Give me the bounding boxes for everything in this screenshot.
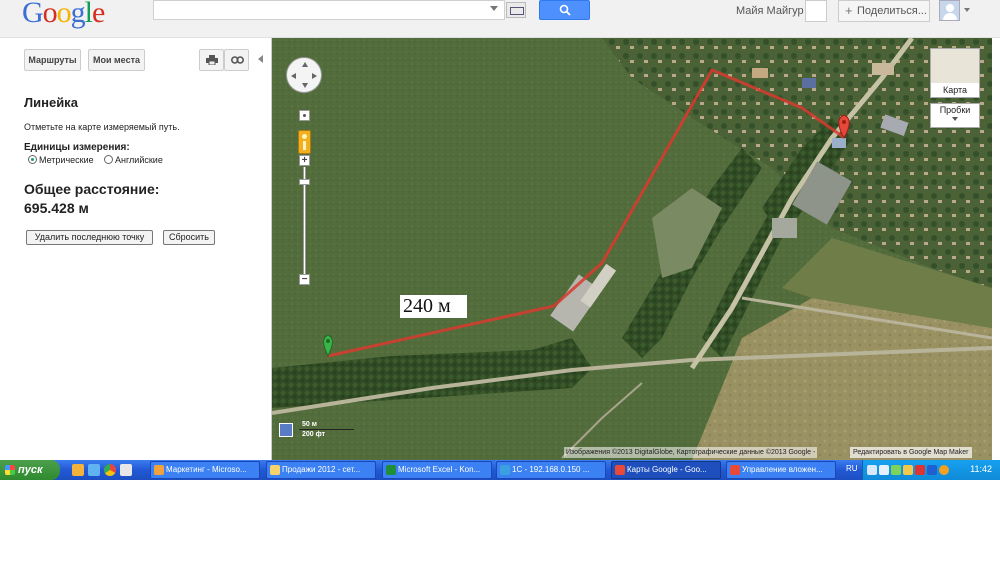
tray-check-icon[interactable] (891, 465, 901, 475)
english-radio[interactable] (104, 155, 113, 164)
zoom-slider-thumb[interactable] (299, 179, 310, 185)
tray-update-icon[interactable] (939, 465, 949, 475)
taskbar-task-button[interactable]: Продажи 2012 - сет... (266, 461, 376, 479)
tray-network-icon[interactable] (867, 465, 877, 475)
ruler-hint: Отметьте на карте измеряемый путь. (24, 122, 180, 132)
scale-bar: 50 м 200 фт (279, 421, 359, 439)
quicklaunch-outlook-icon[interactable] (72, 464, 84, 476)
tray-email-icon[interactable] (879, 465, 889, 475)
map-maker-link[interactable]: Редактировать в Google Map Maker (850, 447, 972, 458)
reset-button[interactable]: Сбросить (163, 230, 215, 245)
taskbar-task-button[interactable]: Управление вложен... (726, 461, 836, 479)
task-app-icon (615, 465, 625, 475)
task-label: Продажи 2012 - сет... (282, 465, 361, 474)
pan-left-icon[interactable] (291, 73, 296, 79)
notifications-button[interactable] (805, 0, 827, 22)
map-type-button[interactable]: Карта (930, 48, 980, 98)
task-label: 1С - 192.168.0.150 ... (512, 465, 590, 474)
distance-annotation: 240 м (400, 295, 467, 318)
logo-letter: e (92, 0, 105, 29)
top-bar: Google Майя Майгур + Поделиться... (0, 0, 1000, 38)
task-app-icon (270, 465, 280, 475)
copyright-text: Изображения ©2013 DigitalGlobe, Картогра… (564, 447, 818, 458)
units-label: Единицы измерения: (24, 142, 130, 153)
tray-app-icon[interactable] (903, 465, 913, 475)
google-mini-logo-icon[interactable] (279, 423, 293, 437)
english-label[interactable]: Английские (115, 155, 163, 165)
task-app-icon (500, 465, 510, 475)
traffic-label: Пробки (939, 105, 971, 115)
taskbar-task-button[interactable]: Microsoft Excel - Kon... (382, 461, 492, 479)
keyboard-icon[interactable] (506, 2, 526, 18)
task-label: Карты Google - Goo... (627, 465, 707, 474)
google-logo[interactable]: Google (22, 0, 105, 30)
zoom-out-button[interactable]: − (299, 274, 310, 285)
collapse-panel-icon[interactable] (258, 55, 263, 63)
logo-letter: g (70, 0, 86, 29)
tray-antivirus-icon[interactable] (915, 465, 925, 475)
chevron-down-icon (952, 117, 958, 121)
tray-bluetooth-icon[interactable] (927, 465, 937, 475)
task-label: Microsoft Excel - Kon... (398, 465, 481, 474)
zoom-reset-button[interactable] (299, 110, 310, 121)
taskbar-task-button[interactable]: Карты Google - Goo... (611, 461, 721, 479)
page-scrollbar[interactable] (992, 38, 1000, 460)
pegman-icon[interactable] (298, 130, 311, 154)
plus-icon: + (845, 3, 853, 18)
total-distance-value: 695.428 м (24, 200, 89, 216)
avatar[interactable] (939, 0, 960, 21)
start-button[interactable]: пуск (0, 460, 60, 480)
task-app-icon (730, 465, 740, 475)
taskbar-task-button[interactable]: 1С - 192.168.0.150 ... (496, 461, 606, 479)
remove-last-point-button[interactable]: Удалить последнюю точку (26, 230, 153, 245)
print-button[interactable] (199, 49, 224, 71)
map-type-label: Карта (931, 83, 979, 97)
print-icon (206, 55, 218, 65)
logo-letter: o (56, 0, 72, 29)
share-button[interactable]: + Поделиться... (838, 0, 930, 22)
clock[interactable]: 11:42 (970, 464, 992, 474)
logo-letter: G (22, 0, 44, 29)
task-label: Управление вложен... (742, 465, 823, 474)
quicklaunch-ie-icon[interactable] (88, 464, 100, 476)
pan-control[interactable] (286, 57, 322, 93)
ruler-title: Линейка (24, 95, 78, 110)
logo-letter: o (42, 0, 58, 29)
link-icon (231, 56, 244, 64)
share-label: Поделиться... (857, 5, 927, 17)
zoom-in-button[interactable]: + (299, 155, 310, 166)
user-name[interactable]: Майя Майгур (736, 5, 804, 17)
system-tray: 11:42 (862, 460, 1000, 480)
routes-button[interactable]: Маршруты (24, 49, 81, 71)
search-icon (559, 4, 571, 16)
left-panel: Маршруты Мои места Линейка Отметьте на к… (0, 38, 272, 460)
scale-feet: 200 фт (302, 431, 326, 438)
search-button[interactable] (539, 0, 590, 20)
windows-taskbar: пуск Маркетинг - Microso... Продажи 2012 … (0, 460, 1000, 480)
logo-letter: l (84, 0, 93, 29)
task-label: Маркетинг - Microso... (166, 465, 247, 474)
search-input[interactable] (153, 0, 505, 20)
task-app-icon (386, 465, 396, 475)
pan-right-icon[interactable] (312, 73, 317, 79)
metric-label[interactable]: Метрические (39, 155, 94, 165)
language-indicator[interactable]: RU (846, 464, 858, 473)
scale-meters: 50 м (302, 421, 317, 428)
quicklaunch-app-icon[interactable] (120, 464, 132, 476)
satellite-imagery[interactable] (272, 38, 992, 460)
total-distance-label: Общее расстояние: (24, 181, 160, 197)
chevron-down-icon[interactable] (964, 8, 970, 12)
my-places-button[interactable]: Мои места (88, 49, 145, 71)
taskbar-task-button[interactable]: Маркетинг - Microso... (150, 461, 260, 479)
scale-line (299, 429, 354, 430)
link-button[interactable] (224, 49, 249, 71)
metric-radio[interactable] (28, 155, 37, 164)
app-window: Google Майя Майгур + Поделиться... Маршр… (0, 0, 1000, 562)
search-dropdown-icon[interactable] (490, 6, 498, 11)
traffic-button[interactable]: Пробки (930, 103, 980, 128)
satellite-map[interactable]: + − Карта Пробки 240 м 50 м 200 фт Изобр… (272, 38, 992, 460)
quicklaunch-chrome-icon[interactable] (104, 464, 116, 476)
task-app-icon (154, 465, 164, 475)
